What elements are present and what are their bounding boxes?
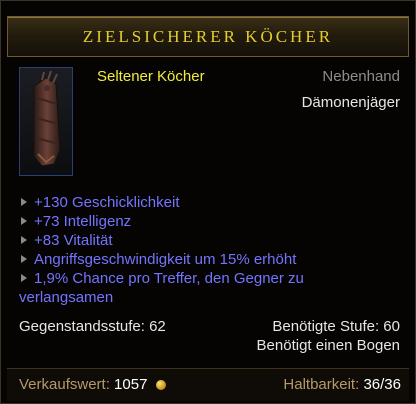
- durability-value: 36/36: [363, 376, 401, 393]
- gold-coin-icon: [155, 380, 166, 390]
- sell-value-amount: 1057: [114, 376, 148, 393]
- affix-bullet-icon: [21, 236, 27, 244]
- quiver-icon: [33, 70, 61, 167]
- required-level: Benötigte Stufe: 60: [272, 318, 400, 335]
- affix-list: +130 Geschicklichkeit +73 Intelligenz +8…: [19, 193, 403, 307]
- affix-attack-speed: Angriffsgeschwindigkeit um 15% erhöht: [19, 250, 403, 269]
- sell-value-label: Verkaufswert:: [19, 376, 110, 393]
- durability: Haltbarkeit: 36/36: [283, 376, 401, 393]
- requirement-bow: Benötigt einen Bogen: [256, 337, 400, 354]
- affix-slow-chance: 1,9% Chance pro Treffer, den Gegner zu v…: [19, 269, 403, 307]
- item-level: Gegenstandsstufe: 62: [19, 318, 166, 335]
- affix-bullet-icon: [21, 198, 27, 206]
- tooltip-header: ZIELSICHERER KÖCHER: [7, 16, 409, 57]
- affix-intelligence: +73 Intelligenz: [19, 212, 403, 231]
- affix-bullet-icon: [21, 274, 27, 282]
- affix-vitality: +83 Vitalität: [19, 231, 403, 250]
- item-rarity-type: Seltener Köcher: [97, 68, 205, 85]
- tooltip-footer: Verkaufswert: 1057 Haltbarkeit: 36/36: [7, 368, 409, 401]
- durability-label: Haltbarkeit:: [283, 376, 360, 393]
- affix-slow-chance-continued: verlangsamen: [19, 289, 114, 306]
- item-icon-frame: [19, 67, 73, 176]
- item-name: ZIELSICHERER KÖCHER: [82, 27, 334, 46]
- sell-value: Verkaufswert: 1057: [19, 376, 166, 393]
- affix-bullet-icon: [21, 255, 27, 263]
- item-tooltip: ZIELSICHERER KÖCHER Seltener Köcher Nebe…: [0, 0, 416, 404]
- affix-dexterity: +130 Geschicklichkeit: [19, 193, 403, 212]
- affix-bullet-icon: [21, 217, 27, 225]
- item-class: Dämonenjäger: [301, 94, 400, 111]
- item-slot: Nebenhand: [322, 68, 400, 85]
